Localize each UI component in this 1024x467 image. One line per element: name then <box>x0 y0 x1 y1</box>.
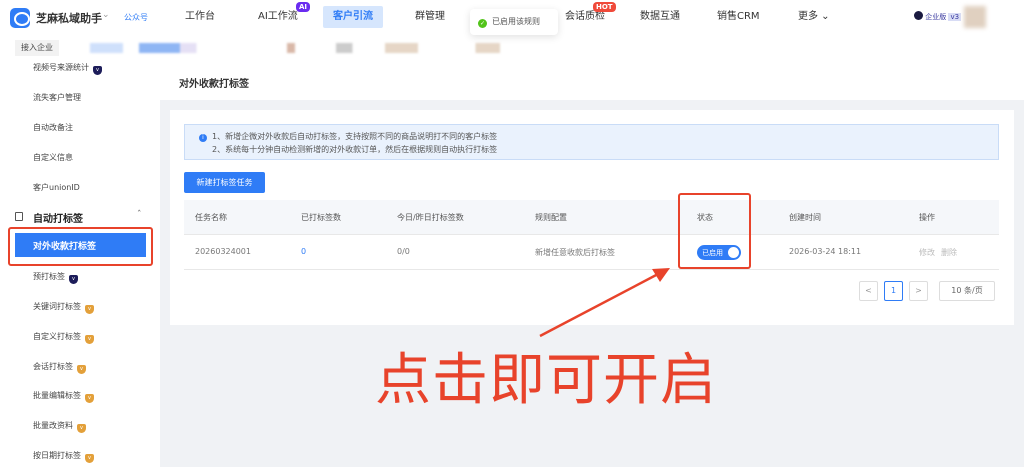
annotation-text: 点击即可开启 <box>375 348 717 413</box>
arrow-line <box>539 271 661 338</box>
toast-text: 已启用该规则 <box>492 17 540 26</box>
success-toast: ✓ 已启用该规则 <box>470 9 558 35</box>
check-circle-icon: ✓ <box>478 19 487 28</box>
